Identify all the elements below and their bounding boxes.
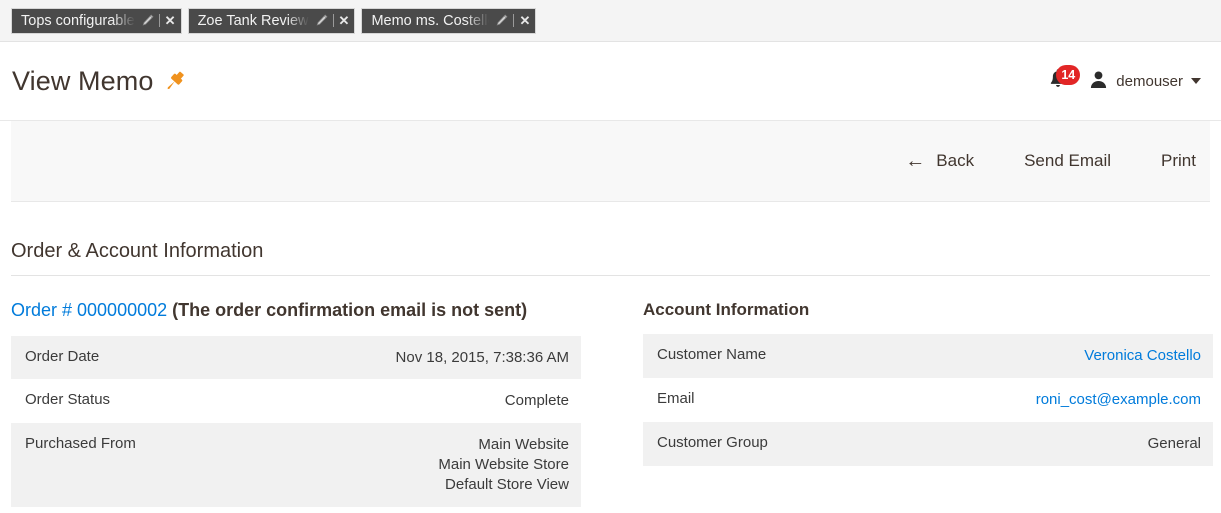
tab-item-0[interactable]: Tops configurable ✕	[11, 7, 182, 34]
row-label: Purchased From	[25, 435, 136, 453]
pencil-icon[interactable]	[141, 14, 154, 28]
table-row: Customer Name Veronica Costello	[643, 334, 1213, 379]
row-value: General	[1147, 434, 1201, 452]
tab-item-1[interactable]: Zoe Tank Review ✕	[187, 7, 356, 34]
browser-tab-strip: Tops configurable ✕ Zoe Tank Review ✕ Me…	[0, 0, 1221, 42]
row-value: Complete	[504, 392, 569, 410]
print-button-label: Print	[1161, 151, 1196, 170]
page-title-wrap: View Memo	[12, 66, 188, 97]
order-account-section: Order & Account Information Order # 0000…	[0, 240, 1221, 507]
page-header: View Memo 14 demouser	[0, 42, 1221, 121]
row-value: Veronica Costello	[884, 334, 1213, 378]
table-row: Order Date Nov 18, 2015, 7:38:36 AM	[11, 335, 581, 380]
close-icon[interactable]: ✕	[519, 14, 530, 27]
pencil-icon[interactable]	[495, 14, 508, 28]
send-email-button[interactable]: Send Email	[1018, 147, 1117, 175]
header-actions: 14 demouser	[1045, 65, 1201, 95]
order-information-column: Order # 000000002 (The order confirmatio…	[11, 300, 581, 507]
row-label: Order Status	[25, 391, 111, 409]
order-heading: Order # 000000002 (The order confirmatio…	[11, 300, 581, 322]
order-confirmation-note: (The order confirmation email is not sen…	[167, 300, 528, 320]
tab-label: Memo ms. Costello	[371, 12, 490, 29]
row-value: Main Website Main Website Store Default …	[246, 423, 581, 506]
table-row: Purchased From Main Website Main Website…	[11, 423, 581, 507]
send-email-button-label: Send Email	[1024, 151, 1112, 170]
close-icon[interactable]: ✕	[165, 14, 176, 27]
customer-name-link[interactable]: Veronica Costello	[1084, 347, 1201, 364]
pushpin-icon	[162, 68, 188, 94]
tab-divider	[158, 14, 160, 27]
tab-actions: ✕	[141, 14, 176, 28]
chevron-down-icon	[1191, 78, 1201, 84]
page-title: View Memo	[12, 65, 154, 96]
account-information-table: Customer Name Veronica Costello Email ro…	[643, 334, 1213, 466]
user-name-label: demouser	[1116, 72, 1183, 90]
purchased-from-store-view: Default Store View	[445, 475, 569, 493]
tab-label: Tops configurable	[21, 12, 135, 29]
page-actions-toolbar: ← Back Send Email Print	[11, 121, 1210, 202]
account-information-column: Account Information Customer Name Veroni…	[643, 300, 1213, 507]
user-menu[interactable]: demouser	[1089, 70, 1201, 93]
info-columns: Order # 000000002 (The order confirmatio…	[11, 300, 1213, 507]
notifications-button[interactable]: 14	[1045, 65, 1081, 95]
arrow-left-icon: ←	[905, 150, 926, 172]
tab-divider	[332, 14, 334, 27]
notification-count-badge: 14	[1056, 65, 1081, 85]
purchased-from-website: Main Website	[478, 436, 569, 454]
back-button[interactable]: ← Back	[899, 147, 980, 175]
tab-actions: ✕	[315, 14, 350, 28]
row-label: Email	[657, 390, 695, 408]
purchased-from-store: Main Website Store	[438, 455, 569, 473]
table-row: Order Status Complete	[11, 379, 581, 424]
tab-actions: ✕	[495, 14, 530, 28]
row-label: Customer Name	[657, 346, 767, 364]
table-row: Email roni_cost@example.com	[643, 378, 1213, 422]
section-title: Order & Account Information	[11, 240, 1210, 276]
customer-email-link[interactable]: roni_cost@example.com	[1036, 391, 1201, 408]
tab-divider	[513, 14, 515, 27]
print-button[interactable]: Print	[1155, 147, 1202, 175]
pencil-icon[interactable]	[315, 14, 328, 28]
back-button-label: Back	[936, 151, 975, 170]
row-value: Nov 18, 2015, 7:38:36 AM	[395, 348, 569, 366]
close-icon[interactable]: ✕	[339, 14, 350, 27]
tab-item-2[interactable]: Memo ms. Costello ✕	[361, 7, 537, 34]
row-label: Customer Group	[657, 433, 768, 451]
order-information-table: Order Date Nov 18, 2015, 7:38:36 AM Orde…	[11, 335, 581, 507]
row-value: roni_cost@example.com	[884, 378, 1213, 422]
table-row: Customer Group General	[643, 421, 1213, 466]
tab-label: Zoe Tank Review	[197, 12, 309, 29]
account-heading: Account Information	[643, 300, 810, 319]
order-number-link[interactable]: Order # 000000002	[11, 300, 167, 320]
row-label: Order Date	[25, 347, 100, 365]
user-icon	[1089, 70, 1108, 93]
